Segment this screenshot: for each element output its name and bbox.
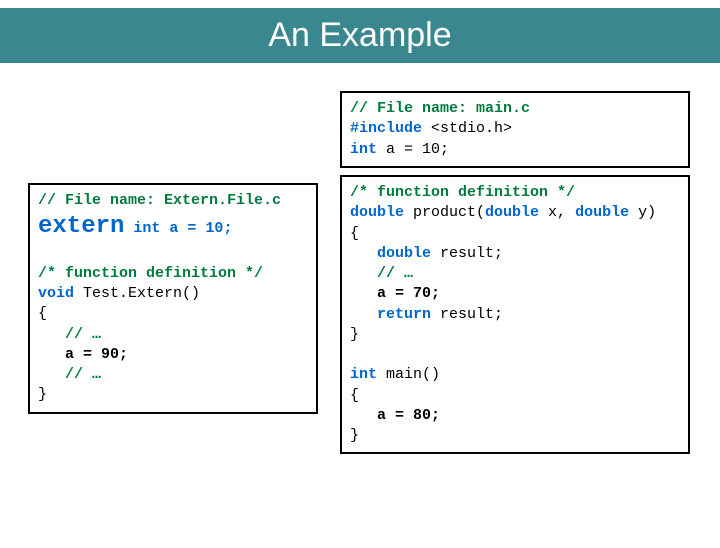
code-text: // … bbox=[38, 326, 101, 343]
slide-title-bar: An Example bbox=[0, 8, 720, 63]
code-extern-file: // File name: Extern.File.c extern int a… bbox=[28, 183, 318, 414]
code-text: // … bbox=[350, 265, 413, 282]
code-text: a = 10; bbox=[377, 141, 449, 158]
code-text: double bbox=[350, 245, 431, 262]
code-text: int bbox=[350, 366, 377, 383]
code-text: { bbox=[38, 305, 47, 322]
code-text: 80; bbox=[413, 407, 440, 424]
code-main-header: // File name: main.c #include <stdio.h> … bbox=[340, 91, 690, 168]
code-main-body: /* function definition */ double product… bbox=[340, 175, 690, 454]
code-text: double bbox=[485, 204, 539, 221]
code-text: /* function definition */ bbox=[350, 184, 575, 201]
code-text: } bbox=[350, 326, 359, 343]
code-text: return bbox=[350, 306, 431, 323]
code-text: y) bbox=[629, 204, 656, 221]
code-text: <stdio.h> bbox=[422, 120, 512, 137]
code-text: product( bbox=[404, 204, 485, 221]
code-text: #include bbox=[350, 120, 422, 137]
code-text: double bbox=[575, 204, 629, 221]
code-text: // File name: main.c bbox=[350, 100, 530, 117]
code-text: } bbox=[350, 427, 359, 444]
code-text: x, bbox=[539, 204, 575, 221]
code-text: a = bbox=[350, 285, 413, 302]
code-text bbox=[350, 346, 359, 363]
code-text: int bbox=[350, 141, 377, 158]
code-text: { bbox=[350, 387, 359, 404]
code-text: 70; bbox=[413, 285, 440, 302]
code-text: { bbox=[350, 225, 359, 242]
code-text: // … bbox=[38, 366, 101, 383]
code-text: void bbox=[38, 285, 74, 302]
code-text: Test.Extern() bbox=[74, 285, 200, 302]
code-text: 90; bbox=[101, 346, 128, 363]
code-text: } bbox=[38, 386, 47, 403]
slide-body: // File name: main.c #include <stdio.h> … bbox=[0, 63, 720, 540]
code-text: main() bbox=[377, 366, 440, 383]
code-text: int a = 10; bbox=[124, 220, 232, 237]
code-text: double bbox=[350, 204, 404, 221]
code-text: result; bbox=[431, 245, 503, 262]
code-text: // File name: Extern.File.c bbox=[38, 192, 281, 209]
code-text: a = bbox=[38, 346, 101, 363]
code-text: a = bbox=[350, 407, 413, 424]
code-text: extern bbox=[38, 213, 124, 240]
code-text bbox=[38, 245, 47, 262]
code-text: /* function definition */ bbox=[38, 265, 263, 282]
slide-title: An Example bbox=[268, 16, 451, 55]
code-text: result; bbox=[431, 306, 503, 323]
